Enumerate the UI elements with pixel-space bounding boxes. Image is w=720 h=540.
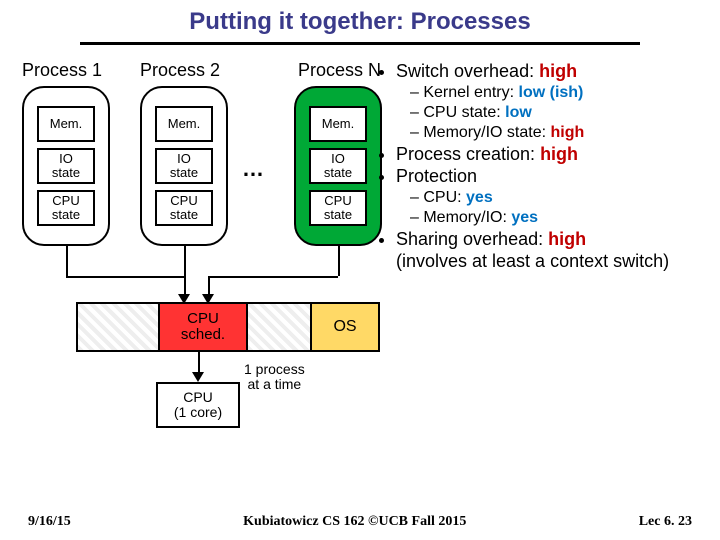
process-1-label: Process 1 (22, 60, 102, 81)
bullet-text: Switch overhead: (396, 61, 539, 81)
sub-bullet: CPU state: low (410, 103, 702, 123)
footer-course: Kubiatowicz CS 162 ©UCB Fall 2015 (243, 514, 466, 530)
footer: 9/16/15 Kubiatowicz CS 162 ©UCB Fall 201… (0, 514, 720, 530)
sub-bullet: Memory/IO state: high (410, 123, 702, 143)
arrow-line (208, 276, 210, 296)
bullet-value: high (539, 61, 577, 81)
sub-bullet: Kernel entry: low (ish) (410, 83, 702, 103)
sub-bullet: Memory/IO: yes (410, 208, 702, 228)
cpu-scheduler: CPU sched. (158, 302, 248, 352)
arrow-head (192, 372, 204, 382)
arrow-line (208, 276, 338, 278)
mem-block: Mem. (309, 106, 367, 142)
bullet-switch-overhead: Switch overhead: high Kernel entry: low … (396, 60, 702, 143)
process-2-label: Process 2 (140, 60, 220, 81)
cpu-block: CPU state (155, 190, 213, 226)
cpu-core: CPU (1 core) (156, 382, 240, 428)
io-block: IO state (155, 148, 213, 184)
bullet-process-creation: Process creation: high (396, 143, 702, 166)
title-rule (80, 42, 640, 45)
cpu-block: CPU state (309, 190, 367, 226)
arrow-line (198, 352, 200, 374)
bullet-sharing-overhead: Sharing overhead: high(involves at least… (396, 228, 702, 273)
footer-date: 9/16/15 (28, 514, 71, 530)
notes: Switch overhead: high Kernel entry: low … (376, 60, 702, 273)
arrow-line (338, 246, 340, 276)
arrow-line (184, 246, 186, 296)
io-block: IO state (309, 148, 367, 184)
footer-page: Lec 6. 23 (639, 514, 692, 530)
diagram-stage: Process 1 Process 2 Process N Mem. IO st… (18, 60, 702, 480)
process-n: Mem. IO state CPU state (294, 86, 382, 246)
cpu-annotation: 1 process at a time (244, 362, 305, 393)
io-block: IO state (37, 148, 95, 184)
ellipsis: … (242, 156, 264, 182)
os-box: OS (310, 302, 380, 352)
cpu-block: CPU state (37, 190, 95, 226)
mem-block: Mem. (37, 106, 95, 142)
bullet-protection: Protection CPU: yes Memory/IO: yes (396, 165, 702, 228)
sub-bullet: CPU: yes (410, 188, 702, 208)
process-1: Mem. IO state CPU state (22, 86, 110, 246)
arrow-line (66, 276, 184, 278)
process-2: Mem. IO state CPU state (140, 86, 228, 246)
arrow-line (66, 246, 68, 276)
process-n-label: Process N (298, 60, 381, 81)
mem-block: Mem. (155, 106, 213, 142)
slide-title: Putting it together: Processes (0, 0, 720, 42)
